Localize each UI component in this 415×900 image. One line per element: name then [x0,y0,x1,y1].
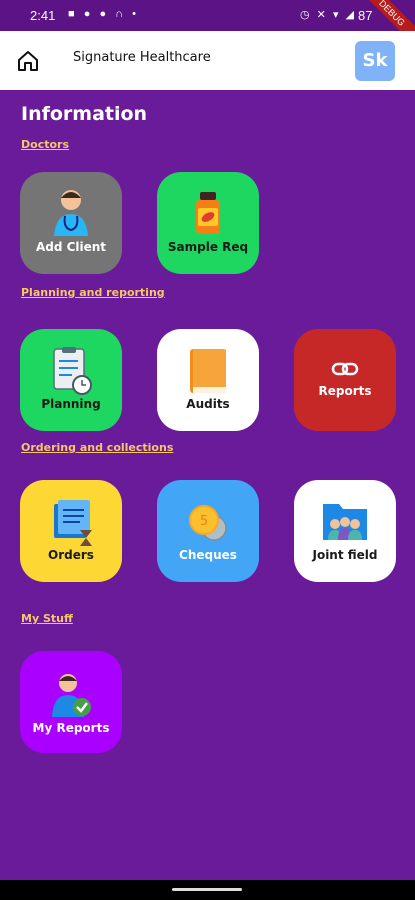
gmail-icon: ■ [68,8,78,20]
battery-level: 87 [358,8,372,23]
dot-icon: • [132,8,139,20]
wifi-icon: ▾ [332,9,341,21]
app-bar: Signature Healthcare [0,31,415,90]
app-title: Signature Healthcare [73,50,211,65]
orders-label: Orders [48,548,94,562]
home-icon [18,51,38,71]
my-reports-tile[interactable]: My Reports [20,651,122,753]
alarm-icon: ◷ [300,9,312,21]
system-nav-bar [0,880,415,900]
team-folder-icon [323,504,367,540]
book-icon [190,349,226,393]
avatar[interactable]: Sk [355,41,395,81]
clipboard-clock-icon [53,347,92,395]
status-time: 2:41 [30,8,56,23]
joint-field-tile[interactable]: Joint field [294,480,396,582]
add-client-tile[interactable]: Add Client [20,172,122,274]
document-hourglass-icon [54,500,92,546]
reports-label: Reports [318,384,372,398]
notification-icons: ■ ● ● ∩ • [68,8,139,20]
home-button[interactable] [16,49,40,73]
my-reports-label: My Reports [32,721,110,735]
section-my-stuff[interactable]: My Stuff [21,612,73,625]
reports-tile[interactable]: Reports [294,329,396,431]
system-icons: ◷ ✕ ▾ ◢ [300,8,356,21]
sample-req-tile[interactable]: Sample Req [157,172,259,274]
cheques-tile[interactable]: 5 Cheques [157,480,259,582]
medicine-bottle-icon [196,192,220,234]
doctor-icon [54,190,88,236]
page-title: Information [21,103,148,125]
svg-text:5: 5 [200,514,208,529]
status-bar: 2:41 ■ ● ● ∩ • ◷ ✕ ▾ ◢ 87 DEBUG [0,0,415,50]
add-client-label: Add Client [35,240,107,254]
section-doctors[interactable]: Doctors [21,138,69,151]
cheques-label: Cheques [179,548,237,562]
facebook-icon: ● [99,8,110,20]
signal-icon: ◢ [345,9,357,21]
mute-icon: ✕ [316,9,328,21]
section-ordering[interactable]: Ordering and collections [21,441,173,454]
audits-tile[interactable]: Audits [157,329,259,431]
headset-icon: ∩ [115,8,127,20]
home-gesture-handle[interactable] [172,888,242,891]
planning-tile[interactable]: Planning [20,329,122,431]
facebook-icon: ● [83,8,94,20]
section-planning[interactable]: Planning and reporting [21,286,165,299]
sample-req-label: Sample Req [167,240,249,254]
planning-label: Planning [41,397,101,411]
battery-percent: 87 [358,8,373,23]
user-check-icon [52,674,91,717]
coins-icon: 5 [189,505,227,541]
joint-field-label: Joint field [312,548,378,562]
orders-tile[interactable]: Orders [20,480,122,582]
audits-label: Audits [186,397,230,411]
